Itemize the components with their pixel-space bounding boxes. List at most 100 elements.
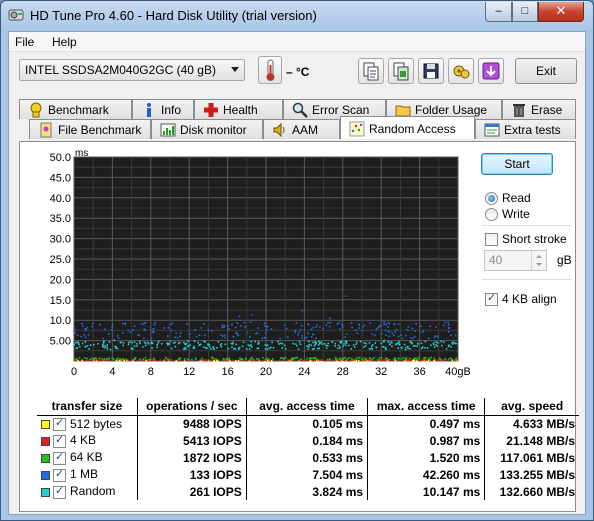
read-radio[interactable] (485, 192, 498, 205)
operations-cell: 1872 IOPS (136, 449, 247, 466)
data-point (159, 359, 162, 361)
data-point (85, 329, 87, 332)
temperature-button[interactable] (258, 56, 282, 84)
tab-label: Erase (531, 103, 563, 117)
data-point (221, 324, 223, 327)
series-checkbox[interactable] (53, 467, 66, 482)
data-point (388, 343, 391, 346)
data-point (220, 334, 222, 336)
title-bar[interactable]: HD Tune Pro 4.60 - Hard Disk Utility (tr… (1, 1, 593, 31)
options-button[interactable] (448, 58, 474, 84)
data-point (318, 340, 320, 343)
stepper-arrows[interactable] (531, 251, 546, 270)
y-tick-label: 15.0 (50, 295, 71, 307)
copy-text-button[interactable] (358, 58, 384, 84)
maximize-button[interactable]: □ (512, 2, 538, 22)
write-radio[interactable] (485, 208, 498, 221)
avg-speed-cell: 21.148 MB/s (484, 432, 579, 449)
data-point (442, 341, 445, 343)
data-point (261, 337, 263, 340)
data-point (124, 323, 126, 326)
data-point (102, 346, 104, 348)
start-button[interactable]: Start (481, 153, 553, 175)
minimize-button[interactable]: – (485, 2, 512, 22)
tab-aam[interactable]: AAM (263, 119, 340, 139)
data-point (92, 322, 94, 325)
data-point (315, 358, 318, 361)
data-point (386, 330, 389, 333)
data-point (349, 359, 352, 362)
data-point (241, 345, 244, 348)
data-point (325, 347, 328, 350)
data-point (86, 344, 89, 347)
tab-label: Error Scan (312, 103, 370, 117)
data-point (351, 326, 353, 329)
data-point (223, 324, 225, 327)
data-point (388, 330, 391, 333)
tab-erase[interactable]: Erase (502, 99, 576, 119)
tab-info[interactable]: Info (132, 99, 194, 119)
data-point (156, 344, 159, 346)
data-point (250, 344, 252, 346)
exit-button[interactable]: Exit (515, 58, 577, 84)
data-point (236, 332, 239, 335)
download-button[interactable] (478, 58, 504, 84)
series-checkbox[interactable] (53, 416, 66, 431)
data-point (243, 321, 246, 324)
tab-benchmark[interactable]: Benchmark (19, 99, 132, 119)
data-point (407, 359, 409, 361)
data-point (116, 335, 119, 337)
data-point (447, 321, 449, 324)
data-point (98, 357, 101, 360)
y-tick-label: 30.0 (50, 234, 71, 246)
data-point (212, 357, 215, 359)
data-point (385, 359, 388, 362)
data-point (384, 347, 387, 350)
short-stroke-label: Short stroke (502, 232, 567, 246)
data-point (295, 322, 298, 324)
series-checkbox[interactable] (53, 484, 66, 499)
tab-health[interactable]: Health (194, 99, 283, 119)
copy-screenshot-button[interactable] (388, 58, 414, 84)
data-point (405, 334, 407, 337)
data-point (200, 327, 203, 329)
data-point (314, 340, 317, 343)
data-point (104, 347, 106, 349)
data-point (383, 339, 386, 342)
data-point (284, 324, 286, 327)
data-point (371, 333, 373, 335)
transfer-size-cell: 1 MB (37, 466, 137, 483)
series-checkbox[interactable] (53, 450, 66, 465)
data-point (315, 337, 317, 339)
data-point (383, 321, 386, 324)
data-point (435, 326, 437, 328)
short-stroke-checkbox[interactable] (485, 233, 498, 246)
drive-select[interactable]: INTEL SSDSA2M040G2GC (40 gB) (19, 59, 245, 81)
align-checkbox[interactable] (485, 291, 498, 306)
tab-disk-monitor[interactable]: Disk monitor (151, 119, 263, 139)
data-point (135, 345, 138, 347)
data-point (411, 359, 414, 362)
data-point (344, 341, 347, 343)
close-button[interactable]: ✕ (538, 2, 584, 22)
data-point (313, 347, 315, 350)
menu-help[interactable]: Help (52, 35, 77, 49)
data-point (209, 359, 211, 362)
stroke-size-stepper[interactable]: 40 (484, 250, 547, 271)
tab-extra-tests[interactable]: Extra tests (475, 119, 576, 139)
avg-speed-cell: 117.061 MB/s (484, 449, 579, 466)
info-icon (147, 103, 151, 117)
data-point (313, 357, 315, 359)
menu-file[interactable]: File (15, 35, 34, 49)
table-row: Random 261 IOPS3.824 ms10.147 ms132.660 M… (37, 483, 579, 500)
data-point (297, 348, 300, 351)
data-point (356, 332, 359, 334)
data-point (231, 346, 233, 348)
tab-random-access[interactable]: Random Access (340, 116, 475, 139)
save-button[interactable] (418, 58, 444, 84)
data-point (428, 337, 430, 340)
tab-file-benchmark[interactable]: File Benchmark (29, 119, 151, 139)
data-point (350, 357, 353, 360)
series-checkbox[interactable] (53, 433, 66, 448)
tab-label: Health (223, 103, 258, 117)
